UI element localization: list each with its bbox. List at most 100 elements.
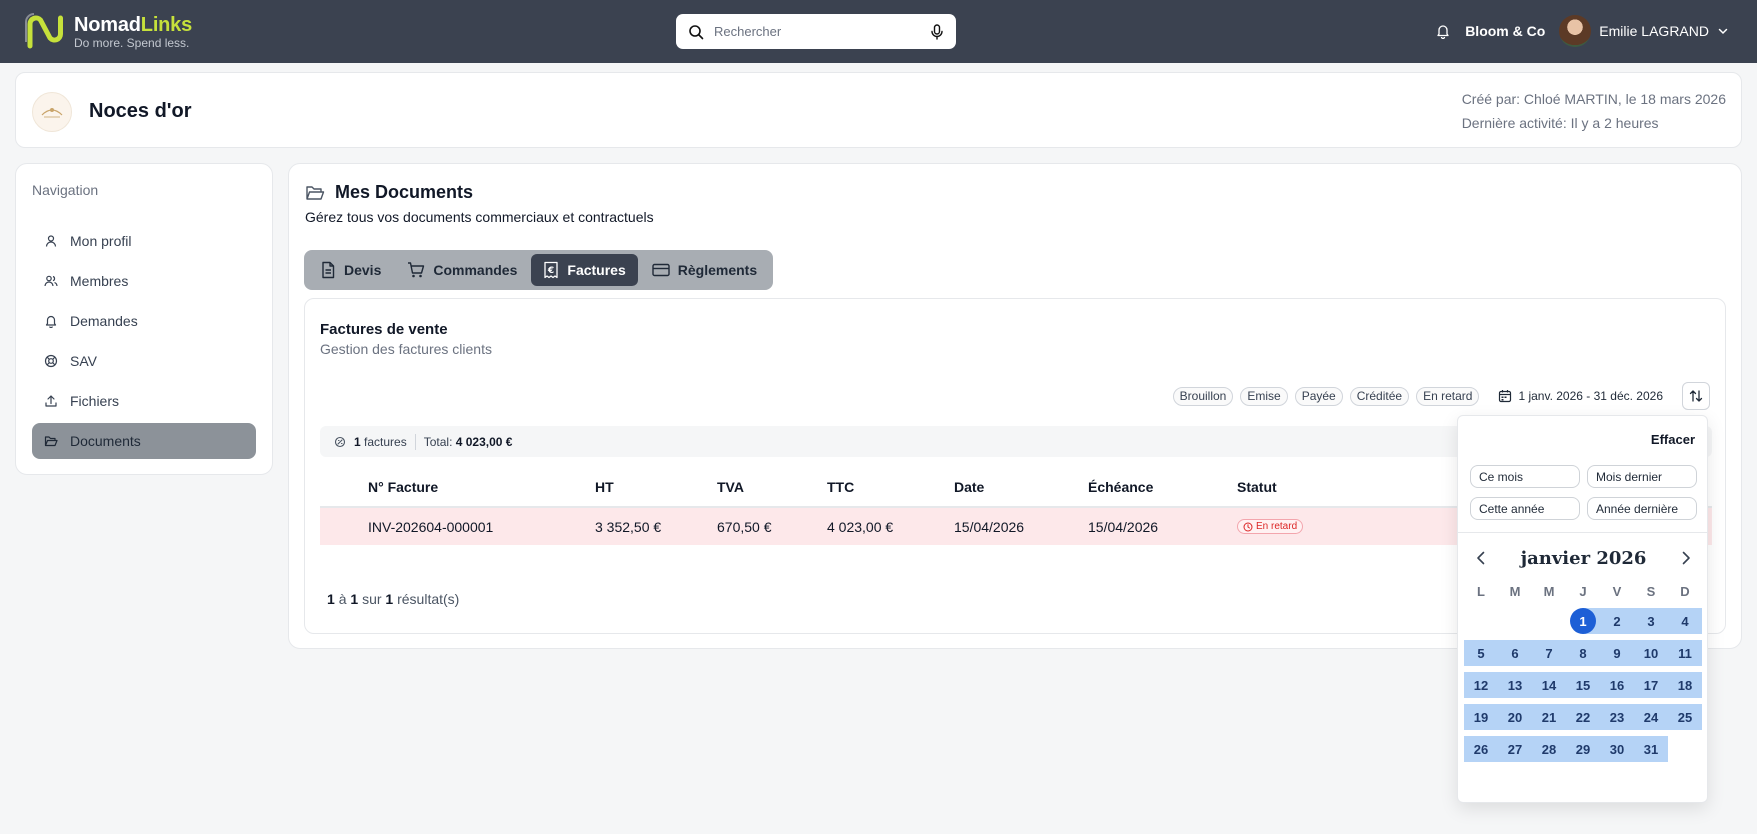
calendar-day[interactable]: 14 [1532,672,1566,698]
calendar-day[interactable]: 26 [1464,736,1498,762]
calendar-day[interactable]: 3 [1634,608,1668,634]
calendar-day[interactable]: 8 [1566,640,1600,666]
filter-brouillon[interactable]: Brouillon [1172,386,1234,406]
sort-button[interactable] [1682,382,1710,410]
calendar-empty-cell [1668,736,1702,762]
microphone-icon[interactable] [930,23,944,40]
calendar-day-selected[interactable]: 1 [1566,608,1600,634]
calendar-empty-cell [1498,608,1532,634]
calendar-day[interactable]: 10 [1634,640,1668,666]
date-range-label: 1 janv. 2026 - 31 déc. 2026 [1518,389,1663,403]
preset-this-month[interactable]: Ce mois [1470,465,1580,488]
invoice-number[interactable]: INV-202604-000001 [368,507,595,545]
lifebuoy-icon [44,354,58,368]
weekday-label: J [1579,583,1587,599]
date-range-picker: Effacer Ce mois Mois dernier Cette année… [1457,415,1708,803]
weekday-label: M [1543,583,1555,599]
preset-this-year[interactable]: Cette année [1470,497,1580,520]
search-input[interactable] [714,24,920,39]
tab-reglements[interactable]: Règlements [640,254,769,286]
status-badge: En retard [1237,519,1304,534]
calendar-day[interactable]: 30 [1600,736,1634,762]
calendar-day[interactable]: 16 [1600,672,1634,698]
user-icon [45,235,57,247]
preset-last-year[interactable]: Année dernière [1587,497,1697,520]
column-header-due-date[interactable]: Échéance [1088,467,1237,508]
search-bar[interactable] [676,14,956,49]
tab-devis[interactable]: Devis [308,254,393,286]
weekday-label: L [1477,583,1485,599]
sidebar-item-fichiers[interactable]: Fichiers [32,383,256,419]
calendar-week-row: 19 20 21 22 23 24 25 [1464,704,1702,730]
calendar-day[interactable]: 6 [1498,640,1532,666]
tab-factures[interactable]: € Factures [531,254,638,286]
calendar-day[interactable]: 5 [1464,640,1498,666]
notification-bell-icon[interactable] [1435,23,1451,39]
column-header-tva[interactable]: TVA [717,467,827,508]
calendar-day[interactable]: 24 [1634,704,1668,730]
previous-month-button[interactable] [1470,547,1492,569]
weekday-label: M [1509,583,1521,599]
calendar-day[interactable]: 28 [1532,736,1566,762]
calendar-day[interactable]: 31 [1634,736,1668,762]
invoice-due-date: 15/04/2026 [1088,507,1237,545]
brand-tagline: Do more. Spend less. [74,36,190,50]
calendar-day[interactable]: 29 [1566,736,1600,762]
calendar-week-row: 1234 [1464,608,1702,634]
sidebar-item-label: Membres [70,273,129,289]
calendar-day[interactable]: 12 [1464,672,1498,698]
next-month-button[interactable] [1675,547,1697,569]
folder-open-icon [44,436,58,447]
sidebar-item-demandes[interactable]: Demandes [32,303,256,339]
sidebar-item-sav[interactable]: SAV [32,343,256,379]
user-name: Emilie LAGRAND [1599,23,1709,39]
sidebar-item-membres[interactable]: Membres [32,263,256,299]
sidebar-item-label: Fichiers [70,393,120,409]
column-header-date[interactable]: Date [954,467,1088,508]
tab-label: Devis [344,262,382,278]
page-title: Mes Documents [335,182,474,202]
calendar-day[interactable]: 11 [1668,640,1702,666]
divider [414,433,416,450]
calendar-day[interactable]: 27 [1498,736,1532,762]
weekday-label: S [1646,583,1656,599]
user-menu[interactable]: Emilie LAGRAND [1559,15,1729,47]
calendar-day[interactable]: 21 [1532,704,1566,730]
project-header: Noces d'or Créé par: Chloé MARTIN, le 18… [15,72,1742,148]
calendar-day[interactable]: 20 [1498,704,1532,730]
calendar-day[interactable]: 9 [1600,640,1634,666]
filter-emise[interactable]: Emise [1240,386,1288,406]
calendar-week-row: 12 13 14 15 16 17 18 [1464,672,1702,698]
column-header-ht[interactable]: HT [595,467,717,508]
brand-logo[interactable]: NomadLinks Do more. Spend less. [22,12,192,52]
calendar-day[interactable]: 17 [1634,672,1668,698]
sidebar-item-mon-profil[interactable]: Mon profil [32,223,256,259]
top-bar: NomadLinks Do more. Spend less. Bloom & … [0,0,1757,63]
calendar-day[interactable]: 7 [1532,640,1566,666]
filter-payee[interactable]: Payée [1294,386,1343,406]
tab-commandes[interactable]: Commandes [395,254,529,286]
clear-dates-button[interactable]: Effacer [1651,432,1695,447]
cart-icon [408,262,425,278]
calendar-day[interactable]: 4 [1668,608,1702,634]
euro-receipt-icon: € [544,261,559,279]
calendar-day[interactable]: 18 [1668,672,1702,698]
invoice-total: 4 023,00 € [455,434,513,449]
date-range-button[interactable]: 1 janv. 2026 - 31 déc. 2026 [1490,382,1671,410]
calendar-day[interactable]: 15 [1566,672,1600,698]
calendar-days: 1 2 3 4 5 6 7 8 9 10 11 12 13 14 15 16 17 18 19 20 21 22 23 24 2… [1464,608,1702,762]
column-header-number[interactable]: N° Facture [368,467,595,508]
calendar-day[interactable]: 19 [1464,704,1498,730]
organization-name[interactable]: Bloom & Co [1465,23,1545,39]
calendar-day[interactable]: 22 [1566,704,1600,730]
calendar-day[interactable]: 23 [1600,704,1634,730]
calendar-day[interactable]: 13 [1498,672,1532,698]
filter-en-retard[interactable]: En retard [1416,386,1480,406]
calendar-day[interactable]: 2 [1600,608,1634,634]
filter-creditee[interactable]: Créditée [1349,386,1410,406]
column-header-ttc[interactable]: TTC [827,467,954,508]
date-presets: Ce mois Mois dernier Cette année Année d… [1470,465,1697,520]
sidebar-item-documents[interactable]: Documents [32,423,256,459]
preset-last-month[interactable]: Mois dernier [1587,465,1697,488]
calendar-day[interactable]: 25 [1668,704,1702,730]
